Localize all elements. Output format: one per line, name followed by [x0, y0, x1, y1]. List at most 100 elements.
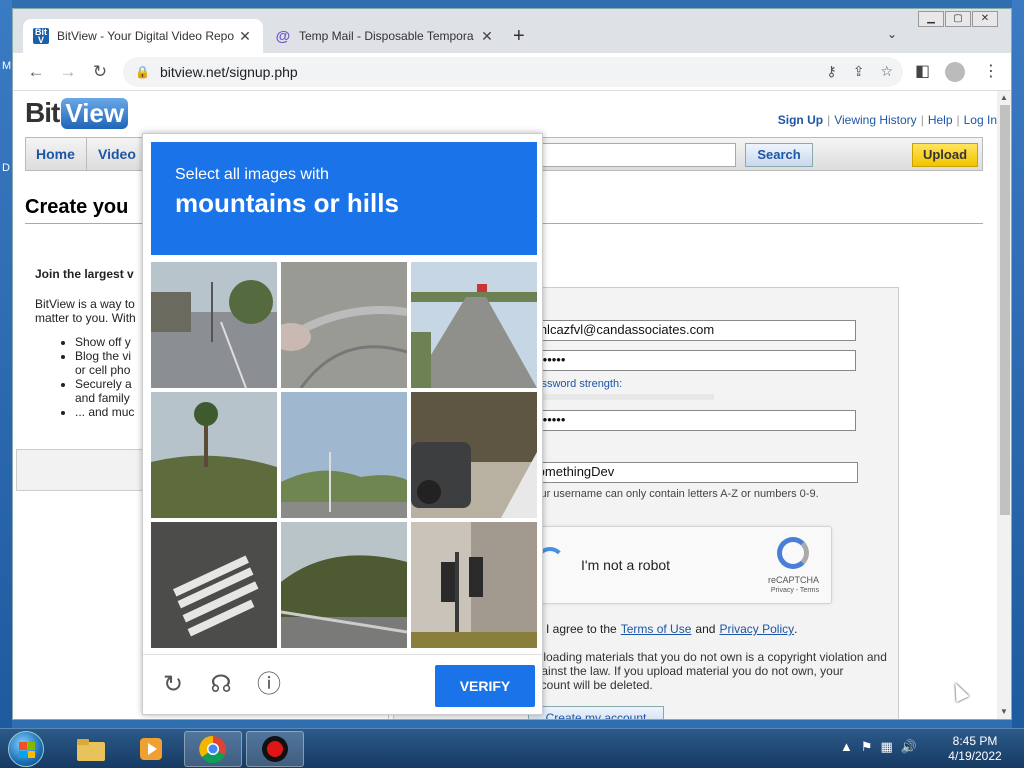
- captcha-challenge: Select all images with mountains or hill…: [142, 133, 543, 715]
- username-field[interactable]: SomethingDev: [524, 462, 858, 483]
- media-player-icon: [140, 738, 162, 760]
- street-scene-image: [151, 262, 277, 388]
- nav-videos[interactable]: Video: [98, 146, 136, 162]
- logo-text-view: View: [61, 97, 129, 129]
- address-bar[interactable]: 🔒 bitview.net/signup.php ⚷ ⇪ ☆: [123, 57, 903, 87]
- share-icon[interactable]: ⇪: [853, 63, 865, 80]
- captcha-tile[interactable]: [411, 522, 537, 648]
- reload-challenge-icon[interactable]: ↻: [159, 671, 187, 699]
- help-link[interactable]: Help: [928, 113, 953, 127]
- taskbar: ▲ ⚑ ▦ 🔊 8:45 PM 4/19/2022: [0, 728, 1024, 768]
- suv-trees-image: [411, 392, 537, 518]
- password-field[interactable]: ••••••••: [524, 350, 856, 371]
- tab-title: BitView - Your Digital Video Repo: [57, 29, 234, 43]
- explorer-taskbar-item[interactable]: [62, 731, 120, 767]
- show-hidden-icons[interactable]: ▲: [840, 739, 853, 755]
- web-page: Bit View Sign Up | Viewing History | Help | Lo…: [13, 91, 997, 719]
- nav-divider: [86, 138, 87, 170]
- browser-window: Bit V BitView - Your Digital Video Repo ✕…: [12, 8, 1012, 720]
- start-button[interactable]: [8, 731, 44, 767]
- logo-text-bit: Bit: [25, 97, 60, 128]
- captcha-tile[interactable]: [151, 262, 277, 388]
- maximize-icon[interactable]: ▢: [945, 11, 971, 27]
- palm-hill-image: [151, 392, 277, 518]
- desktop-icon-label: M: [2, 60, 12, 72]
- clock-time: 8:45 PM: [952, 734, 998, 748]
- viewing-history-link[interactable]: Viewing History: [834, 113, 916, 127]
- system-tray: ▲ ⚑ ▦ 🔊: [840, 739, 917, 755]
- volume-icon[interactable]: 🔊: [901, 739, 917, 755]
- url-text: bitview.net/signup.php: [159, 64, 298, 80]
- page-scrollbar[interactable]: ▲ ▼: [997, 91, 1011, 719]
- upload-button[interactable]: Upload: [912, 143, 978, 167]
- lock-icon: 🔒: [135, 65, 150, 79]
- bitview-logo[interactable]: Bit View: [25, 97, 129, 129]
- chrome-taskbar-item[interactable]: [184, 731, 242, 767]
- clock-date: 4/19/2022: [948, 749, 1002, 763]
- signup-link[interactable]: Sign Up: [778, 113, 823, 127]
- profile-avatar-icon[interactable]: [945, 62, 965, 82]
- scroll-thumb[interactable]: [1000, 105, 1010, 515]
- period-text: .: [794, 622, 798, 636]
- desktop-left-edge: M D: [0, 0, 12, 728]
- search-button[interactable]: Search: [745, 143, 813, 167]
- tab-bitview[interactable]: Bit V BitView - Your Digital Video Repo ✕: [23, 19, 263, 53]
- agree-text: I agree to the: [546, 622, 617, 636]
- search-input[interactable]: [536, 143, 736, 167]
- list-item-text: and family: [75, 391, 130, 405]
- captcha-tile[interactable]: [411, 262, 537, 388]
- close-tab-icon[interactable]: ✕: [237, 28, 253, 45]
- bitview-favicon-icon: Bit V: [33, 27, 49, 45]
- privacy-link[interactable]: Privacy Policy: [719, 622, 794, 636]
- captcha-tile[interactable]: [411, 392, 537, 518]
- captcha-instruction: Select all images with: [175, 166, 329, 183]
- close-window-icon[interactable]: ✕: [972, 11, 998, 27]
- tab-tempmail[interactable]: @ Temp Mail - Disposable Tempora ✕: [265, 19, 505, 53]
- recaptcha-links[interactable]: Privacy - Terms: [771, 587, 819, 594]
- page-title: Create you: [25, 196, 129, 218]
- create-account-button[interactable]: Create my account: [528, 706, 664, 719]
- scroll-down-icon[interactable]: ▼: [1000, 707, 1008, 716]
- reload-icon[interactable]: ↻: [89, 61, 111, 83]
- back-icon[interactable]: ←: [25, 61, 47, 83]
- recorder-taskbar-item[interactable]: [246, 731, 304, 767]
- side-panel-icon[interactable]: ◧: [915, 61, 930, 81]
- road-curve-image: [281, 262, 407, 388]
- captcha-tile[interactable]: [281, 262, 407, 388]
- and-text: and: [695, 622, 716, 636]
- captcha-tile[interactable]: [281, 522, 407, 648]
- info-icon[interactable]: ⓘ: [255, 671, 283, 699]
- recaptcha-widget: I'm not a robot reCAPTCHA Privacy - Term…: [524, 526, 832, 604]
- scroll-up-icon[interactable]: ▲: [1000, 93, 1008, 102]
- folder-icon: [77, 739, 105, 761]
- taskbar-clock[interactable]: 8:45 PM 4/19/2022: [940, 734, 1010, 764]
- intro-line: matter to you. With: [35, 311, 136, 325]
- action-center-icon[interactable]: ⚑: [861, 739, 873, 755]
- confirm-password-field[interactable]: ••••••••: [524, 410, 856, 431]
- tab-title: Temp Mail - Disposable Tempora: [299, 29, 474, 43]
- forward-icon[interactable]: →: [57, 61, 79, 83]
- email-field[interactable]: pmlcazfvl@candassociates.com: [524, 320, 856, 341]
- new-tab-button[interactable]: +: [513, 25, 525, 48]
- audio-challenge-icon[interactable]: ☊: [207, 671, 235, 699]
- omnibox-actions: ⚷ ⇪ ☆: [826, 63, 893, 80]
- verify-button[interactable]: VERIFY: [435, 665, 535, 707]
- login-link[interactable]: Log In: [964, 113, 997, 127]
- bookmark-star-icon[interactable]: ☆: [880, 63, 893, 80]
- desktop-icon-label: D: [2, 162, 10, 174]
- list-item-text: Securely a: [75, 377, 132, 391]
- tab-search-icon[interactable]: ⌄: [887, 27, 897, 41]
- key-icon[interactable]: ⚷: [826, 63, 836, 80]
- minimize-icon[interactable]: ▁: [918, 11, 944, 27]
- captcha-tile[interactable]: [151, 392, 277, 518]
- menu-kebab-icon[interactable]: ⋮: [983, 61, 999, 81]
- terms-link[interactable]: Terms of Use: [621, 622, 692, 636]
- captcha-tile[interactable]: [281, 392, 407, 518]
- close-tab-icon[interactable]: ✕: [479, 28, 495, 45]
- tab-strip: Bit V BitView - Your Digital Video Repo ✕…: [13, 9, 1011, 53]
- network-icon[interactable]: ▦: [881, 739, 893, 755]
- nav-home[interactable]: Home: [36, 146, 75, 162]
- hill-guardrail-image: [281, 522, 407, 648]
- captcha-tile[interactable]: [151, 522, 277, 648]
- media-player-taskbar-item[interactable]: [122, 731, 180, 767]
